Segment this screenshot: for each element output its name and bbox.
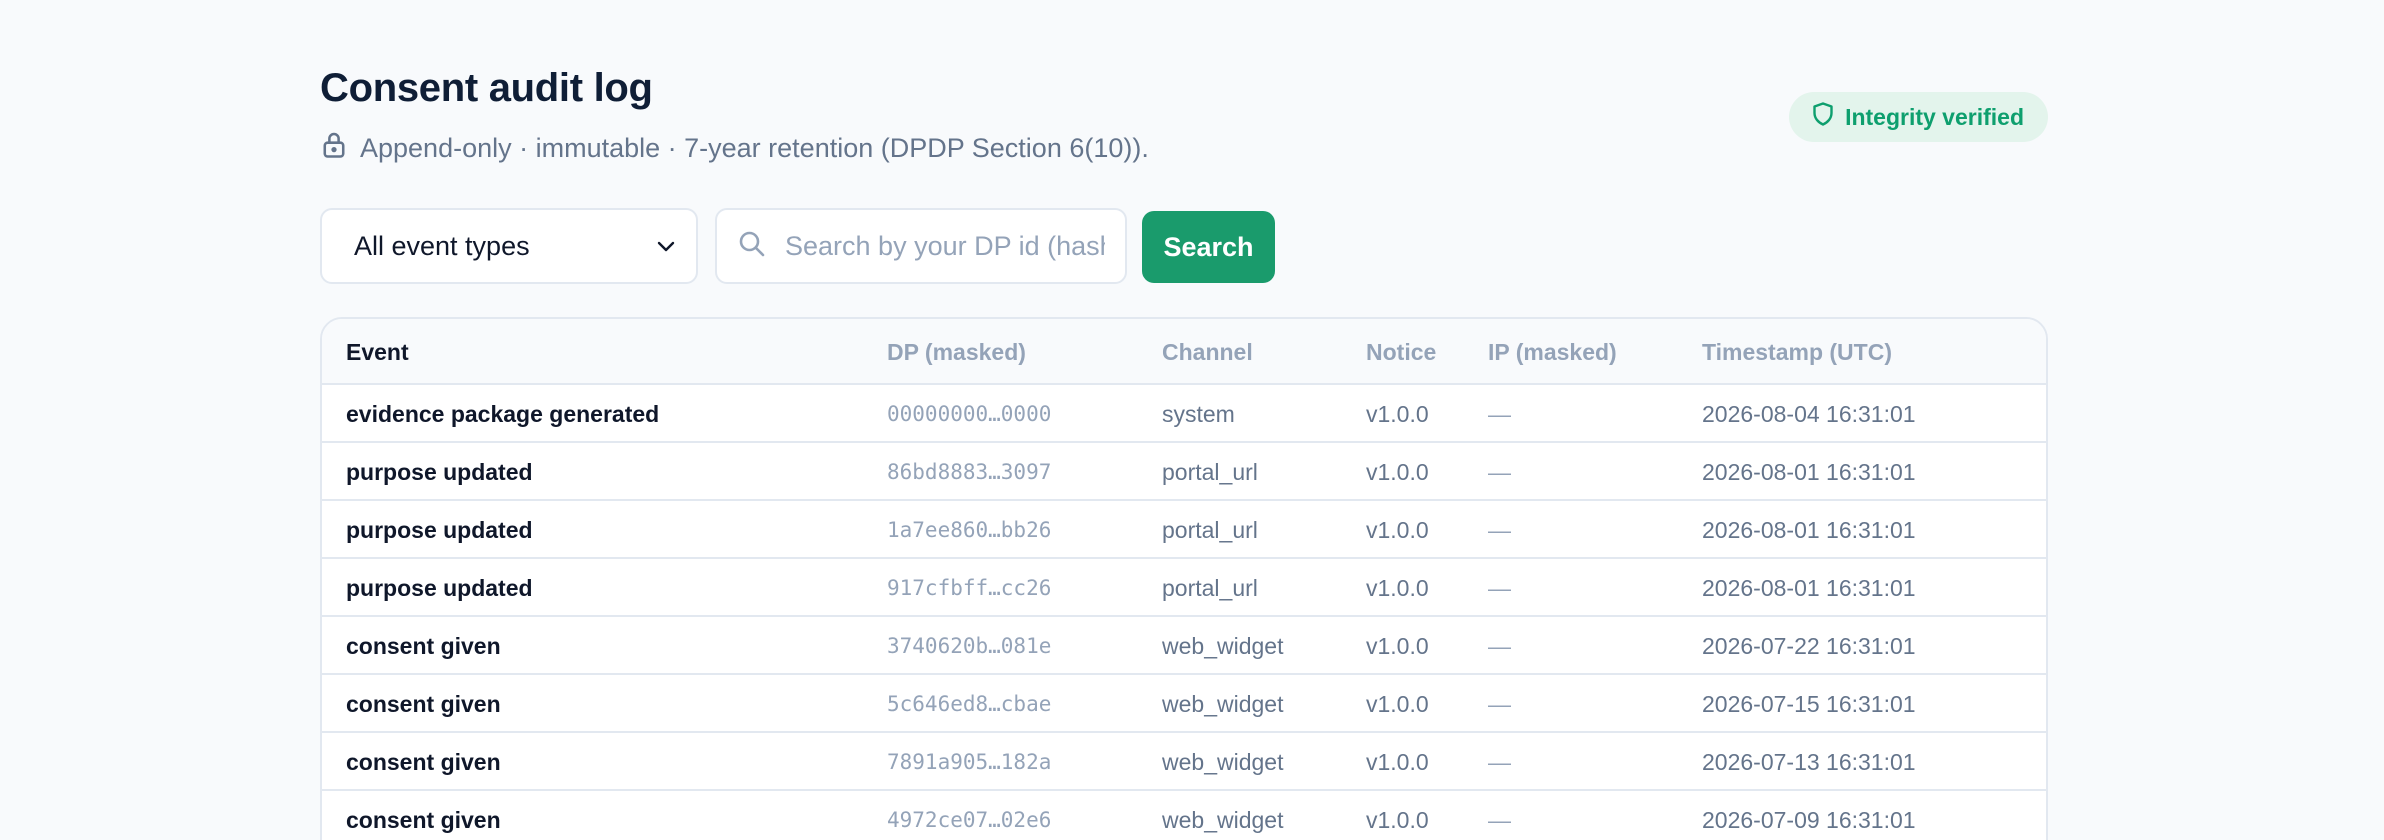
table-row: consent given 7891a905…182a web_widget v… bbox=[322, 733, 2046, 791]
column-header-notice: Notice bbox=[1366, 339, 1437, 365]
cell-notice: v1.0.0 bbox=[1366, 517, 1429, 543]
table-row: consent given 5c646ed8…cbae web_widget v… bbox=[322, 675, 2046, 733]
search-box bbox=[715, 208, 1127, 284]
page-header: Consent audit log Append-only · immutabl… bbox=[320, 0, 2048, 200]
cell-ip: — bbox=[1488, 633, 1511, 659]
cell-event: purpose updated bbox=[346, 517, 533, 543]
cell-notice: v1.0.0 bbox=[1366, 401, 1429, 427]
badge-label: Integrity verified bbox=[1845, 103, 2024, 130]
cell-notice: v1.0.0 bbox=[1366, 633, 1429, 659]
cell-dp: 86bd8883…3097 bbox=[887, 460, 1052, 484]
search-icon bbox=[737, 229, 767, 264]
cell-dp: 917cfbff…cc26 bbox=[887, 576, 1052, 600]
cell-channel: portal_url bbox=[1162, 517, 1258, 543]
cell-channel: web_widget bbox=[1162, 749, 1284, 775]
cell-channel: web_widget bbox=[1162, 807, 1284, 833]
cell-timestamp: 2026-08-01 16:31:01 bbox=[1702, 575, 1916, 601]
cell-event: evidence package generated bbox=[346, 401, 660, 427]
search-input[interactable] bbox=[785, 230, 1105, 262]
audit-table: Event DP (masked) Channel Notice IP (mas… bbox=[320, 317, 2048, 840]
subtitle-text: Append-only · immutable · 7-year retenti… bbox=[360, 133, 1149, 163]
cell-ip: — bbox=[1488, 575, 1511, 601]
cell-dp: 5c646ed8…cbae bbox=[887, 692, 1052, 716]
chevron-down-icon bbox=[654, 234, 678, 258]
cell-dp: 1a7ee860…bb26 bbox=[887, 518, 1052, 542]
cell-channel: system bbox=[1162, 401, 1235, 427]
column-header-channel: Channel bbox=[1162, 339, 1253, 365]
cell-event: consent given bbox=[346, 807, 501, 833]
cell-timestamp: 2026-07-22 16:31:01 bbox=[1702, 633, 1916, 659]
event-type-select[interactable]: All event types bbox=[320, 208, 698, 284]
cell-timestamp: 2026-07-09 16:31:01 bbox=[1702, 807, 1916, 833]
cell-event: consent given bbox=[346, 633, 501, 659]
cell-event: purpose updated bbox=[346, 459, 533, 485]
cell-notice: v1.0.0 bbox=[1366, 807, 1429, 833]
table-row: purpose updated 86bd8883…3097 portal_url… bbox=[322, 443, 2046, 501]
cell-timestamp: 2026-07-15 16:31:01 bbox=[1702, 691, 1916, 717]
column-header-dp: DP (masked) bbox=[887, 339, 1026, 365]
cell-notice: v1.0.0 bbox=[1366, 459, 1429, 485]
cell-timestamp: 2026-07-13 16:31:01 bbox=[1702, 749, 1916, 775]
cell-timestamp: 2026-08-01 16:31:01 bbox=[1702, 459, 1916, 485]
cell-notice: v1.0.0 bbox=[1366, 575, 1429, 601]
cell-ip: — bbox=[1488, 459, 1511, 485]
cell-event: consent given bbox=[346, 691, 501, 717]
column-header-event: Event bbox=[346, 339, 409, 365]
cell-dp: 00000000…0000 bbox=[887, 402, 1052, 426]
cell-channel: web_widget bbox=[1162, 633, 1284, 659]
column-header-timestamp: Timestamp (UTC) bbox=[1702, 339, 1892, 365]
table-row: purpose updated 917cfbff…cc26 portal_url… bbox=[322, 559, 2046, 617]
cell-ip: — bbox=[1488, 401, 1511, 427]
shield-icon bbox=[1811, 101, 1835, 133]
cell-event: purpose updated bbox=[346, 575, 533, 601]
cell-ip: — bbox=[1488, 691, 1511, 717]
cell-dp: 4972ce07…02e6 bbox=[887, 808, 1052, 832]
table-row: evidence package generated 00000000…0000… bbox=[322, 385, 2046, 443]
table-row: purpose updated 1a7ee860…bb26 portal_url… bbox=[322, 501, 2046, 559]
cell-notice: v1.0.0 bbox=[1366, 691, 1429, 717]
cell-timestamp: 2026-08-04 16:31:01 bbox=[1702, 401, 1916, 427]
integrity-badge: Integrity verified bbox=[1789, 92, 2048, 142]
cell-notice: v1.0.0 bbox=[1366, 749, 1429, 775]
cell-ip: — bbox=[1488, 807, 1511, 833]
column-header-ip: IP (masked) bbox=[1488, 339, 1617, 365]
table-header: Event DP (masked) Channel Notice IP (mas… bbox=[322, 319, 2046, 385]
table-row: consent given 3740620b…081e web_widget v… bbox=[322, 617, 2046, 675]
cell-ip: — bbox=[1488, 749, 1511, 775]
cell-dp: 3740620b…081e bbox=[887, 634, 1052, 658]
search-button[interactable]: Search bbox=[1142, 211, 1275, 283]
cell-timestamp: 2026-08-01 16:31:01 bbox=[1702, 517, 1916, 543]
cell-ip: — bbox=[1488, 517, 1511, 543]
event-type-selected: All event types bbox=[354, 230, 530, 261]
table-row: consent given 4972ce07…02e6 web_widget v… bbox=[322, 791, 2046, 840]
cell-event: consent given bbox=[346, 749, 501, 775]
audit-log-page: Consent audit log Append-only · immutabl… bbox=[320, 0, 2048, 840]
lock-icon bbox=[320, 130, 348, 167]
page-title: Consent audit log bbox=[320, 66, 653, 110]
cell-dp: 7891a905…182a bbox=[887, 750, 1052, 774]
cell-channel: portal_url bbox=[1162, 575, 1258, 601]
cell-channel: web_widget bbox=[1162, 691, 1284, 717]
page-subtitle: Append-only · immutable · 7-year retenti… bbox=[320, 130, 1149, 167]
filter-bar: All event types Search bbox=[320, 208, 2048, 284]
cell-channel: portal_url bbox=[1162, 459, 1258, 485]
